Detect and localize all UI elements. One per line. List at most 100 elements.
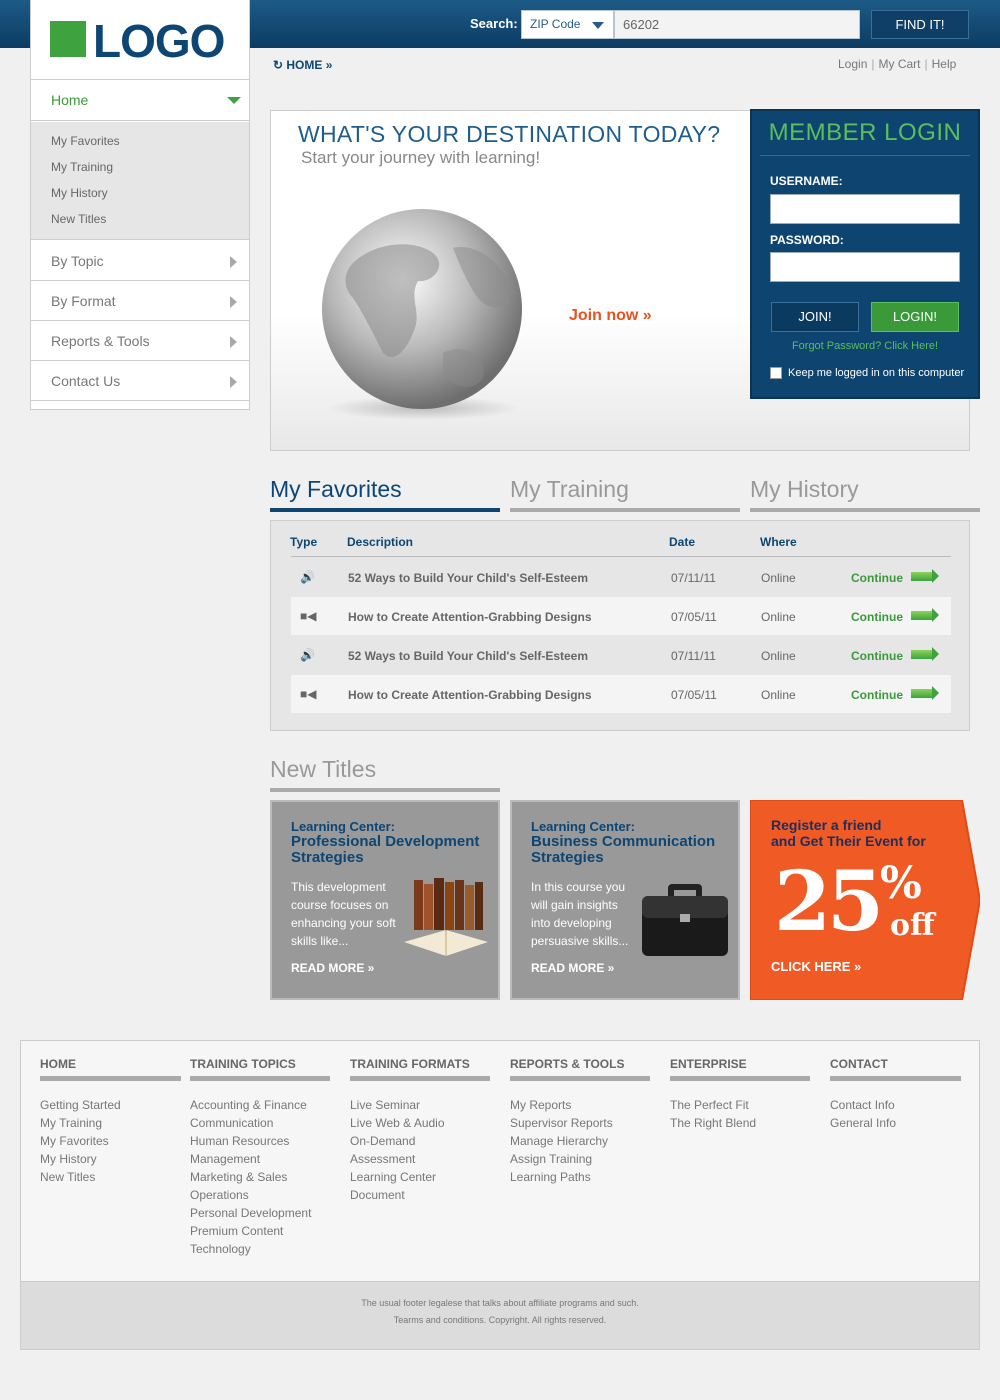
search-label: Search: (470, 16, 518, 31)
tab-my-training[interactable]: My Training (510, 476, 740, 512)
card-title: Professional Development Strategies (291, 833, 480, 866)
search-type-select[interactable]: ZIP Code (521, 10, 614, 39)
sidebar-subitem-my-history[interactable]: My History (51, 186, 108, 200)
sidebar-item-by-format[interactable]: By Format (31, 281, 249, 321)
row-date: 07/05/11 (671, 688, 717, 702)
row-date: 07/11/11 (671, 649, 716, 663)
divider: | (924, 57, 928, 71)
member-login-panel: MEMBER LOGIN USERNAME: PASSWORD: JOIN! L… (750, 109, 980, 399)
breadcrumb[interactable]: ↻ HOME » (273, 58, 332, 72)
footer-link[interactable]: Assessment (350, 1150, 490, 1168)
footer-link[interactable]: Accounting & Finance (190, 1096, 330, 1114)
footer-link[interactable]: Personal Development (190, 1204, 330, 1222)
footer-column-contact: CONTACT Contact Info General Info (830, 1057, 961, 1132)
cart-link[interactable]: My Cart (879, 57, 921, 71)
footer-heading: CONTACT (830, 1057, 961, 1081)
join-now-link[interactable]: Join now » (569, 307, 652, 325)
utility-links: Login | My Cart | Help (838, 57, 956, 71)
globe-icon (322, 209, 522, 420)
read-more-link[interactable]: READ MORE » (531, 961, 614, 975)
sidebar-item-by-topic[interactable]: By Topic (31, 241, 249, 281)
sidebar-item-label: Contact Us (51, 373, 121, 389)
footer-link[interactable]: Document (350, 1186, 490, 1204)
arrow-right-icon[interactable] (911, 569, 939, 583)
sidebar-item-contact-us[interactable]: Contact Us (31, 361, 249, 401)
login-button[interactable]: LOGIN! (871, 302, 959, 332)
footer-link[interactable]: Operations (190, 1186, 330, 1204)
footer-link[interactable]: Live Seminar (350, 1096, 490, 1114)
footer-link[interactable]: New Titles (40, 1168, 181, 1186)
row-description[interactable]: How to Create Attention-Grabbing Designs (348, 610, 592, 624)
row-description[interactable]: 52 Ways to Build Your Child's Self-Estee… (348, 649, 588, 663)
footer-heading: ENTERPRISE (670, 1057, 810, 1081)
forgot-password-link[interactable]: Forgot Password? Click Here! (752, 340, 978, 352)
footer-link[interactable]: My Training (40, 1114, 181, 1132)
footer-link[interactable]: Supervisor Reports (510, 1114, 650, 1132)
footer-link[interactable]: On-Demand (350, 1132, 490, 1150)
promo-banner[interactable]: Register a friend and Get Their Event fo… (750, 800, 980, 1000)
footer-link[interactable]: Marketing & Sales (190, 1168, 330, 1186)
legal-bar: The usual footer legalese that talks abo… (21, 1281, 979, 1349)
sidebar-item-home[interactable]: Home (31, 80, 249, 121)
tab-my-history[interactable]: My History (750, 476, 980, 512)
join-button[interactable]: JOIN! (771, 302, 859, 332)
arrow-right-icon[interactable] (911, 686, 939, 700)
footer-link[interactable]: Management (190, 1150, 330, 1168)
find-button[interactable]: FIND IT! (871, 10, 969, 39)
video-icon: ■◀ (300, 687, 317, 701)
footer-link[interactable]: The Right Blend (670, 1114, 810, 1132)
tab-my-favorites[interactable]: My Favorites (270, 476, 500, 512)
arrow-right-icon[interactable] (911, 647, 939, 661)
login-link[interactable]: Login (838, 57, 867, 71)
course-card[interactable]: Learning Center: Professional Developmen… (270, 800, 500, 1000)
click-here-link[interactable]: CLICK HERE » (771, 959, 861, 974)
sidebar-item-label: By Format (51, 293, 116, 309)
arrow-right-icon[interactable] (911, 608, 939, 622)
read-more-link[interactable]: READ MORE » (291, 961, 374, 975)
row-where: Online (761, 688, 796, 702)
footer-link[interactable]: Assign Training (510, 1150, 650, 1168)
password-field[interactable] (770, 252, 960, 282)
footer-link[interactable]: Manage Hierarchy (510, 1132, 650, 1150)
logo[interactable]: LOGO (30, 0, 250, 80)
username-field[interactable] (770, 194, 960, 224)
continue-link[interactable]: Continue (851, 688, 903, 702)
footer-link[interactable]: Learning Paths (510, 1168, 650, 1186)
sidebar-subitem-my-favorites[interactable]: My Favorites (51, 134, 120, 148)
row-description[interactable]: How to Create Attention-Grabbing Designs (348, 688, 592, 702)
chevron-down-icon (592, 22, 604, 29)
footer-link[interactable]: Communication (190, 1114, 330, 1132)
sidebar-subitem-new-titles[interactable]: New Titles (51, 212, 106, 226)
sidebar-subitem-my-training[interactable]: My Training (51, 160, 113, 174)
footer-link[interactable]: Technology (190, 1240, 330, 1258)
keep-logged-in-checkbox[interactable] (770, 367, 782, 380)
table-row: 🔊 52 Ways to Build Your Child's Self-Est… (291, 636, 951, 674)
continue-link[interactable]: Continue (851, 571, 903, 585)
course-card[interactable]: Learning Center: Business Communication … (510, 800, 740, 1000)
promo-line2: and Get Their Event for (771, 833, 926, 849)
hero-subtitle: Start your journey with learning! (301, 148, 541, 167)
footer-link[interactable]: The Perfect Fit (670, 1096, 810, 1114)
continue-link[interactable]: Continue (851, 610, 903, 624)
keep-logged-in[interactable]: Keep me logged in on this computer (770, 367, 964, 380)
search-input[interactable]: 66202 (614, 10, 860, 39)
sidebar-item-label: Home (51, 92, 89, 108)
breadcrumb-home[interactable]: HOME » (286, 58, 332, 72)
continue-link[interactable]: Continue (851, 649, 903, 663)
footer-link[interactable]: Learning Center (350, 1168, 490, 1186)
login-title: MEMBER LOGIN (768, 119, 962, 146)
footer-link[interactable]: Contact Info (830, 1096, 961, 1114)
footer-link[interactable]: Human Resources (190, 1132, 330, 1150)
terms-text[interactable]: Tearms and conditions. Copyright. All ri… (21, 1315, 979, 1325)
footer-link[interactable]: General Info (830, 1114, 961, 1132)
footer-link[interactable]: My Reports (510, 1096, 650, 1114)
row-date: 07/05/11 (671, 610, 717, 624)
footer-link[interactable]: Getting Started (40, 1096, 181, 1114)
help-link[interactable]: Help (932, 57, 957, 71)
sidebar-item-reports-tools[interactable]: Reports & Tools (31, 321, 249, 361)
footer-link[interactable]: Live Web & Audio (350, 1114, 490, 1132)
footer-link[interactable]: My Favorites (40, 1132, 181, 1150)
footer-link[interactable]: My History (40, 1150, 181, 1168)
footer-link[interactable]: Premium Content (190, 1222, 330, 1240)
row-description[interactable]: 52 Ways to Build Your Child's Self-Estee… (348, 571, 588, 585)
